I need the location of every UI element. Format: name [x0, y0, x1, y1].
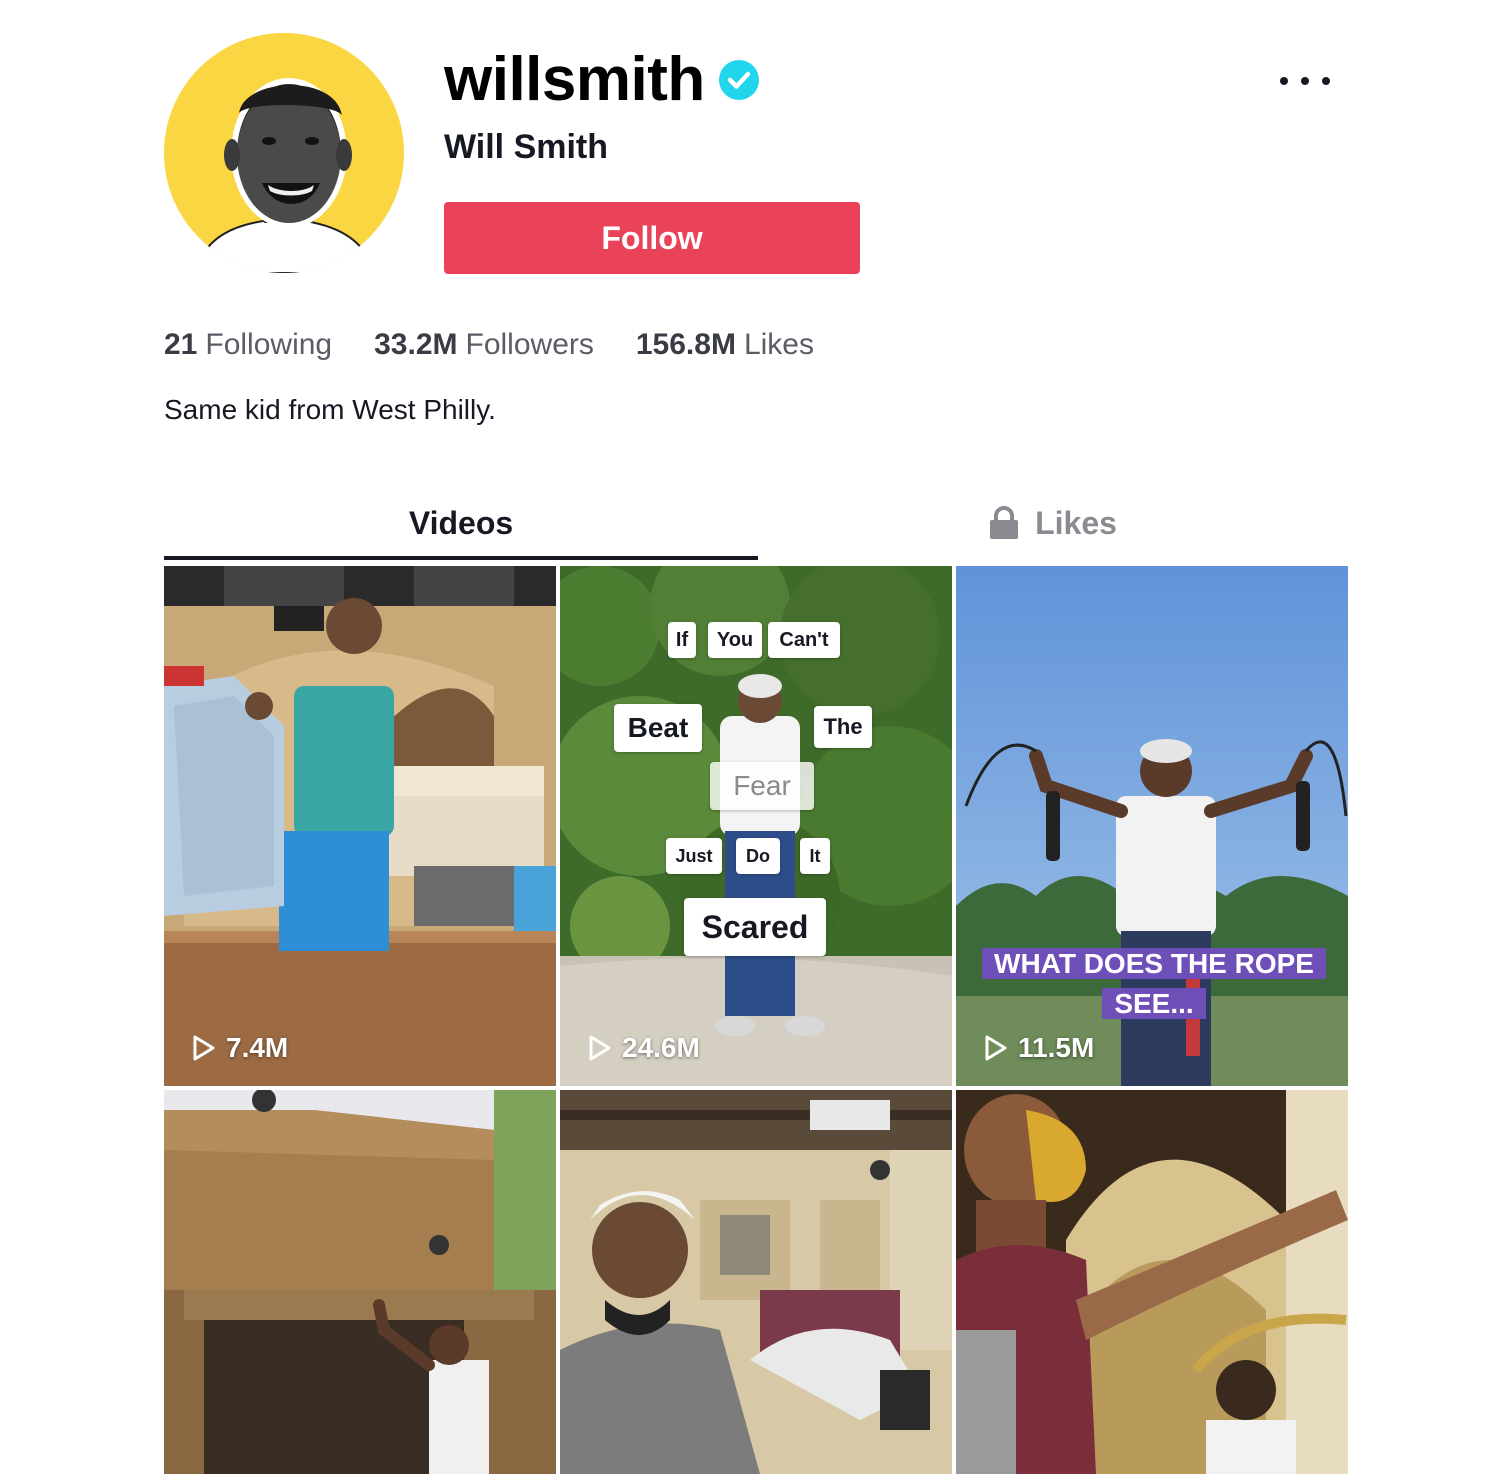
video-thumbnail[interactable]: If You Can't Beat The Fear Just Do It Sc…	[560, 566, 952, 1086]
caption-word: Beat	[614, 704, 702, 752]
caption-word: Fear	[710, 762, 814, 810]
video-thumbnail[interactable]	[164, 1090, 556, 1474]
caption-word: It	[800, 838, 830, 874]
caption-word: The	[814, 706, 872, 748]
stat-following[interactable]: 21 Following	[164, 328, 332, 362]
stat-label: Followers	[465, 328, 594, 361]
tab-label: Likes	[1035, 504, 1117, 541]
view-count: 24.6M	[588, 1032, 700, 1064]
play-icon	[985, 1035, 1007, 1061]
display-name: Will Smith	[444, 128, 609, 166]
stat-value: 156.8M	[635, 328, 736, 361]
caption-word: Just	[666, 838, 722, 874]
video-thumbnail[interactable]	[560, 1090, 952, 1474]
stat-likes: 156.8M Likes	[636, 328, 814, 362]
active-tab-indicator	[164, 556, 758, 560]
follow-button[interactable]: Follow	[444, 202, 860, 274]
stat-followers[interactable]: 33.2M Followers	[374, 328, 594, 362]
view-count: 11.5M	[984, 1032, 1094, 1064]
bio: Same kid from West Philly.	[164, 394, 496, 425]
caption-word: Can't	[768, 622, 840, 658]
stat-value: 21	[164, 328, 198, 361]
tab-videos[interactable]: Videos	[164, 490, 758, 556]
caption-word: Do	[736, 838, 780, 874]
stat-value: 33.2M	[374, 328, 458, 361]
play-icon	[193, 1035, 215, 1061]
username: willsmith	[444, 45, 705, 114]
stat-label: Likes	[743, 328, 814, 361]
stat-label: Following	[205, 328, 333, 361]
lock-icon	[990, 506, 1019, 539]
more-dots-icon[interactable]	[1280, 66, 1330, 96]
caption-word: You	[708, 622, 762, 658]
username-row: willsmith	[444, 40, 759, 120]
play-icon	[589, 1035, 611, 1061]
view-count: 7.4M	[192, 1032, 288, 1064]
avatar[interactable]	[164, 33, 404, 273]
video-thumbnail[interactable]	[956, 1090, 1348, 1474]
profile-stats: 21 Following 33.2M Followers 156.8M Likes	[164, 328, 856, 362]
video-thumbnail[interactable]: WHAT DOES THE ROPE SEE... 11.5M	[956, 566, 1348, 1086]
verified-check-icon	[718, 60, 759, 100]
tab-likes[interactable]: Likes	[758, 490, 1348, 556]
caption-word: If	[668, 622, 696, 658]
video-thumbnail[interactable]: 7.4M	[164, 566, 556, 1086]
tab-label: Videos	[408, 504, 514, 541]
video-caption: WHAT DOES THE ROPE SEE...	[976, 944, 1332, 1024]
profile-tabs: Videos Likes	[164, 490, 1348, 562]
caption-word: Scared	[684, 898, 826, 956]
